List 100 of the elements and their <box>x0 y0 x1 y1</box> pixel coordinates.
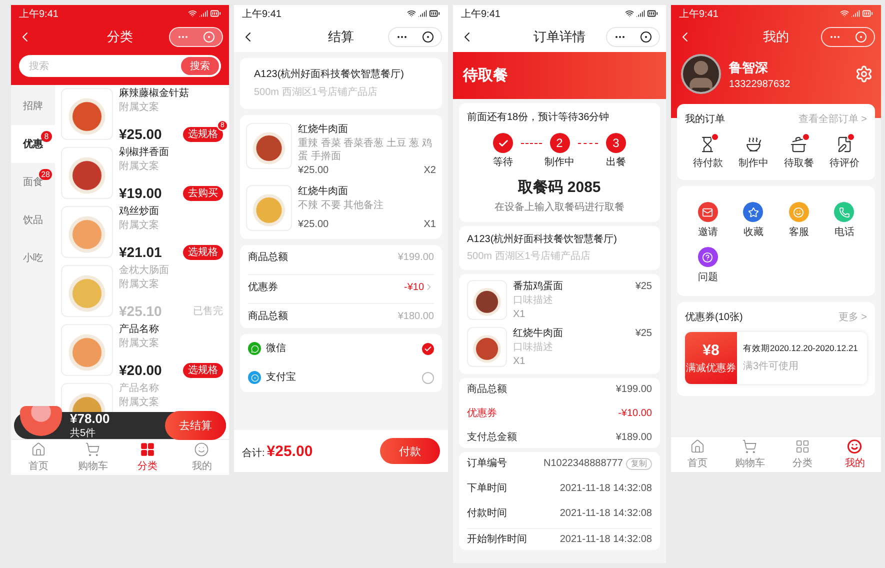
product-action-button[interactable]: 选规格 <box>183 126 223 142</box>
tab-bar-item[interactable]: 首页 <box>11 440 66 475</box>
item-price: ¥25.00 <box>298 218 329 231</box>
product-price: ¥20.00 <box>119 362 162 378</box>
info-value: 2021-11-18 14:32:08 <box>560 482 652 495</box>
step-marker: 3 <box>606 133 626 153</box>
item-spec: 不辣 不要 其他备注 <box>298 199 385 212</box>
user-name: 鲁智深 <box>729 58 769 76</box>
info-value: 2021-11-18 14:32:08 <box>560 532 652 546</box>
item-quantity: X1 <box>513 355 526 368</box>
pickup-code: 取餐码 2085 <box>516 178 602 197</box>
summary-value[interactable]: -¥10 <box>404 280 424 294</box>
tab-bar-item[interactable]: 分类 <box>776 437 828 472</box>
product-name: 金枕大肠面 <box>119 265 170 277</box>
payment-method: 微信 <box>266 342 286 355</box>
summary-label: 优惠券 <box>467 406 497 420</box>
service-item[interactable]: 邀请 <box>685 202 730 239</box>
summary-label: 商品总额 <box>248 310 288 322</box>
checkout-button[interactable]: 去结算 <box>165 411 226 440</box>
info-value: 2021-11-18 14:32:08 <box>560 507 652 520</box>
tab-bar-item[interactable]: 购物车 <box>724 437 776 472</box>
tab-bar-item[interactable]: 首页 <box>671 437 724 472</box>
product-subtitle: 附属文案 <box>119 338 160 350</box>
product-subtitle: 附属文案 <box>119 161 160 173</box>
summary-value: ¥199.00 <box>616 382 652 396</box>
category-item[interactable]: 饮品 <box>11 201 55 239</box>
order-status: 待取餐 <box>463 66 508 85</box>
product-name: 麻辣藤椒金针菇 <box>119 88 190 100</box>
info-label: 付款时间 <box>467 507 507 520</box>
category-item[interactable]: 面食 28 <box>11 163 55 201</box>
store-name: A123(杭州好面科技餐饮智慧餐厅) <box>254 68 406 81</box>
tab-bar-item[interactable]: 我的 <box>828 437 881 472</box>
item-quantity: X1 <box>513 308 526 321</box>
queue-text: 前面还有18份，预计等待36分钟 <box>467 111 610 124</box>
step-marker: 2 <box>550 133 570 153</box>
store-address: 500m 西湖区1号店铺产品店 <box>467 250 592 263</box>
store-address: 500m 西湖区1号店铺产品店 <box>254 86 378 99</box>
cart-count: 共5件 <box>70 426 97 440</box>
pickup-hint: 在设备上输入取餐码进行取餐 <box>494 200 626 214</box>
step-label: 等待 <box>493 156 513 169</box>
section-title: 我的订单 <box>685 112 725 126</box>
tab-bar-item[interactable]: 购物车 <box>66 440 120 475</box>
product-price: ¥21.01 <box>119 244 162 260</box>
total-amount: ¥25.00 <box>266 442 313 460</box>
sold-out-label: 已售完 <box>193 304 223 318</box>
search-field[interactable]: 搜索 搜索 <box>19 55 221 77</box>
category-item[interactable]: 招牌 <box>11 87 55 125</box>
info-label: 开始制作时间 <box>467 532 527 546</box>
page-title: 结算 <box>327 28 355 46</box>
tab-bar-item[interactable]: 分类 <box>120 440 174 475</box>
step-label: 制作中 <box>544 156 574 169</box>
item-name: 红烧牛肉面 <box>298 185 349 198</box>
summary-value: ¥180.00 <box>398 310 434 322</box>
order-status-item[interactable]: 制作中 <box>730 136 776 170</box>
view-all-link[interactable]: 查看全部订单 > <box>798 112 867 126</box>
product-price: ¥25.10 <box>119 303 162 319</box>
item-note: 口味描述 <box>513 294 554 307</box>
more-link[interactable]: 更多 > <box>838 310 867 324</box>
category-item[interactable]: 小吃 <box>11 239 55 277</box>
tab-bar-item[interactable]: 我的 <box>174 440 229 475</box>
user-phone: 13322987632 <box>729 78 792 90</box>
total-label: 合计: <box>242 446 265 460</box>
product-name: 鸡丝炒面 <box>119 206 160 218</box>
service-item[interactable]: 收藏 <box>730 202 776 239</box>
product-action-button[interactable]: 去购买 <box>183 186 223 200</box>
coupon-validity: 有效期2020.12.20-2020.12.21 <box>743 342 859 354</box>
cart-total: ¥78.00 <box>70 411 111 426</box>
search-button[interactable]: 搜索 <box>181 57 219 75</box>
item-quantity: X1 <box>424 218 436 231</box>
service-item[interactable]: 问题 <box>685 247 730 284</box>
item-name: 红烧牛肉面 <box>298 123 349 136</box>
summary-value: ¥199.00 <box>398 251 434 264</box>
product-price: ¥25.00 <box>119 126 162 142</box>
coupon-name: 满减优惠券 <box>686 362 736 374</box>
order-status-item[interactable]: 待付款 <box>685 136 730 170</box>
service-item[interactable]: 电话 <box>822 202 867 239</box>
order-status-item[interactable]: 待取餐 <box>776 136 822 170</box>
item-quantity: X2 <box>424 164 436 177</box>
payment-method: 支付宝 <box>266 371 296 384</box>
summary-value: -¥10.00 <box>618 406 652 420</box>
service-item[interactable]: 客服 <box>776 202 822 239</box>
status-time: 上午9:41 <box>242 8 282 20</box>
product-action-button[interactable]: 选规格 <box>183 362 223 378</box>
status-time: 上午9:41 <box>461 8 500 20</box>
item-name: 番茄鸡蛋面 <box>513 280 563 293</box>
product-subtitle: 附属文案 <box>119 102 160 114</box>
count-badge: 28 <box>39 169 52 180</box>
copy-button[interactable]: 复制 <box>626 458 652 470</box>
item-spec: 重辣 香菜 香菜香葱 土豆 葱 鸡蛋 手擀面 <box>298 137 433 163</box>
product-action-button[interactable]: 选规格 <box>183 244 223 260</box>
info-label: 下单时间 <box>467 482 507 495</box>
product-subtitle: 附属文案 <box>119 220 160 232</box>
item-note: 口味描述 <box>513 341 554 354</box>
category-item[interactable]: 优惠 8 <box>11 125 55 163</box>
page-title: 订单详情 <box>532 28 586 46</box>
order-status-item[interactable]: 待评价 <box>822 136 867 170</box>
summary-label: 支付总金额 <box>467 430 517 444</box>
item-name: 红烧牛肉面 <box>513 327 563 340</box>
store-name: A123(杭州好面科技餐饮智慧餐厅) <box>467 233 618 246</box>
pay-button[interactable]: 付款 <box>380 438 440 464</box>
